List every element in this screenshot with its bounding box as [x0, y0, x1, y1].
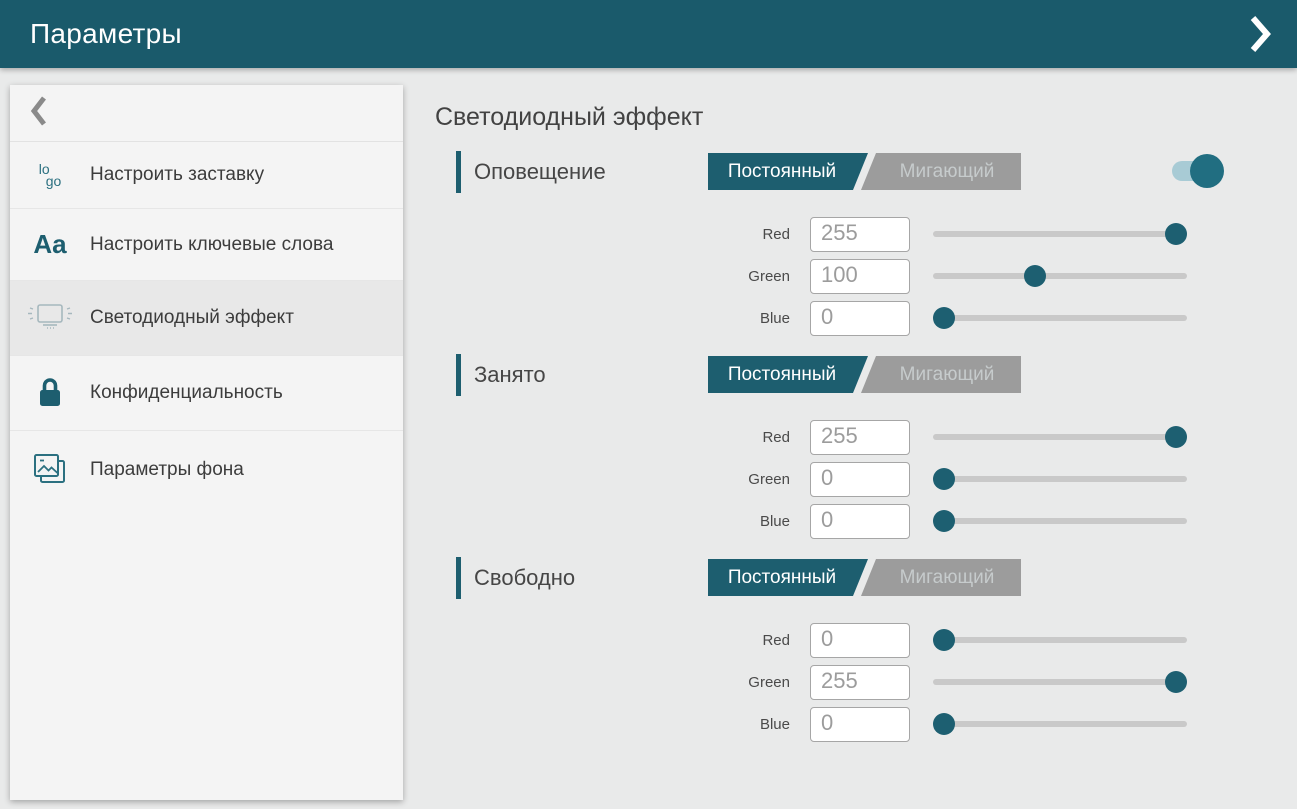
slider-track [933, 637, 1187, 643]
mode-blinking-button[interactable]: Мигающий [861, 559, 1021, 596]
sidebar-item-keywords[interactable]: Aa Настроить ключевые слова [10, 209, 403, 281]
red-slider[interactable] [933, 619, 1187, 661]
blue-value-input[interactable] [810, 707, 910, 742]
slider-track [933, 518, 1187, 524]
slider-track [933, 273, 1187, 279]
slider-track [933, 679, 1187, 685]
slider-track [933, 476, 1187, 482]
blue-value-input[interactable] [810, 504, 910, 539]
green-label: Green [435, 674, 790, 691]
sidebar-item-privacy[interactable]: Конфиденциальность [10, 356, 403, 431]
red-label: Red [435, 429, 790, 446]
logo-icon: logo [10, 163, 90, 187]
sidebar-item-label: Светодиодный эффект [90, 305, 294, 331]
notification-toggle[interactable] [1172, 154, 1224, 188]
led-effect-icon [10, 301, 90, 335]
sidebar-item-screensaver[interactable]: logo Настроить заставку [10, 142, 403, 209]
forward-chevron-icon[interactable] [1243, 10, 1277, 58]
slider-thumb[interactable] [1024, 265, 1046, 287]
settings-sidebar: logo Настроить заставку Aa Настроить клю… [10, 85, 403, 800]
red-label: Red [435, 632, 790, 649]
blue-label: Blue [435, 716, 790, 733]
lock-icon [10, 376, 90, 410]
background-image-icon [10, 451, 90, 488]
sidebar-item-led-effect[interactable]: Светодиодный эффект [10, 281, 403, 356]
red-channel-row: Red [435, 619, 1297, 661]
mode-blinking-button[interactable]: Мигающий [861, 153, 1021, 190]
blue-slider[interactable] [933, 703, 1187, 745]
green-channel-row: Green [435, 458, 1297, 500]
back-chevron-icon [30, 95, 47, 132]
mode-constant-button[interactable]: Постоянный [708, 356, 868, 393]
sidebar-item-label: Настроить заставку [90, 162, 264, 188]
slider-thumb[interactable] [933, 629, 955, 651]
sidebar-item-label: Настроить ключевые слова [90, 232, 333, 258]
slider-thumb[interactable] [1165, 426, 1187, 448]
slider-track [933, 434, 1187, 440]
slider-thumb[interactable] [1165, 671, 1187, 693]
green-slider[interactable] [933, 661, 1187, 703]
blue-channel-row: Blue [435, 500, 1297, 542]
slider-thumb[interactable] [933, 307, 955, 329]
mode-constant-button[interactable]: Постоянный [708, 559, 868, 596]
red-value-input[interactable] [810, 420, 910, 455]
keywords-icon: Aa [10, 229, 90, 260]
panel-title: Светодиодный эффект [435, 103, 1297, 132]
slider-thumb[interactable] [933, 713, 955, 735]
red-slider[interactable] [933, 416, 1187, 458]
sidebar-back-button[interactable] [10, 85, 403, 142]
section-title: Занято [474, 362, 546, 388]
blue-channel-row: Blue [435, 703, 1297, 745]
sidebar-item-label: Конфиденциальность [90, 380, 283, 406]
green-label: Green [435, 268, 790, 285]
toggle-knob [1190, 154, 1224, 188]
section-free: Свободно Постоянный Мигающий Red Green B… [435, 557, 1297, 745]
red-channel-row: Red [435, 213, 1297, 255]
blue-label: Blue [435, 513, 790, 530]
mode-segmented-control: Постоянный Мигающий [708, 153, 1021, 190]
section-title: Оповещение [474, 159, 606, 185]
red-value-input[interactable] [810, 217, 910, 252]
green-value-input[interactable] [810, 259, 910, 294]
slider-thumb[interactable] [1165, 223, 1187, 245]
green-value-input[interactable] [810, 462, 910, 497]
mode-segmented-control: Постоянный Мигающий [708, 356, 1021, 393]
mode-segmented-control: Постоянный Мигающий [708, 559, 1021, 596]
blue-label: Blue [435, 310, 790, 327]
green-channel-row: Green [435, 661, 1297, 703]
blue-value-input[interactable] [810, 301, 910, 336]
slider-thumb[interactable] [933, 468, 955, 490]
blue-slider[interactable] [933, 500, 1187, 542]
green-slider[interactable] [933, 255, 1187, 297]
slider-track [933, 315, 1187, 321]
slider-track [933, 231, 1187, 237]
sidebar-item-label: Параметры фона [90, 457, 244, 483]
sidebar-item-background[interactable]: Параметры фона [10, 431, 403, 508]
red-label: Red [435, 226, 790, 243]
red-value-input[interactable] [810, 623, 910, 658]
green-slider[interactable] [933, 458, 1187, 500]
section-accent-bar [456, 557, 461, 599]
page-title: Параметры [30, 18, 182, 50]
section-busy: Занято Постоянный Мигающий Red Green Blu… [435, 354, 1297, 542]
green-value-input[interactable] [810, 665, 910, 700]
green-channel-row: Green [435, 255, 1297, 297]
green-label: Green [435, 471, 790, 488]
slider-track [933, 721, 1187, 727]
mode-blinking-button[interactable]: Мигающий [861, 356, 1021, 393]
section-notification: Оповещение Постоянный Мигающий Red Green [435, 151, 1297, 339]
section-accent-bar [456, 151, 461, 193]
section-title: Свободно [474, 565, 575, 591]
led-effect-panel: Светодиодный эффект Оповещение Постоянны… [403, 68, 1297, 809]
blue-slider[interactable] [933, 297, 1187, 339]
red-slider[interactable] [933, 213, 1187, 255]
blue-channel-row: Blue [435, 297, 1297, 339]
slider-thumb[interactable] [933, 510, 955, 532]
app-header: Параметры [0, 0, 1297, 68]
section-accent-bar [456, 354, 461, 396]
red-channel-row: Red [435, 416, 1297, 458]
mode-constant-button[interactable]: Постоянный [708, 153, 868, 190]
